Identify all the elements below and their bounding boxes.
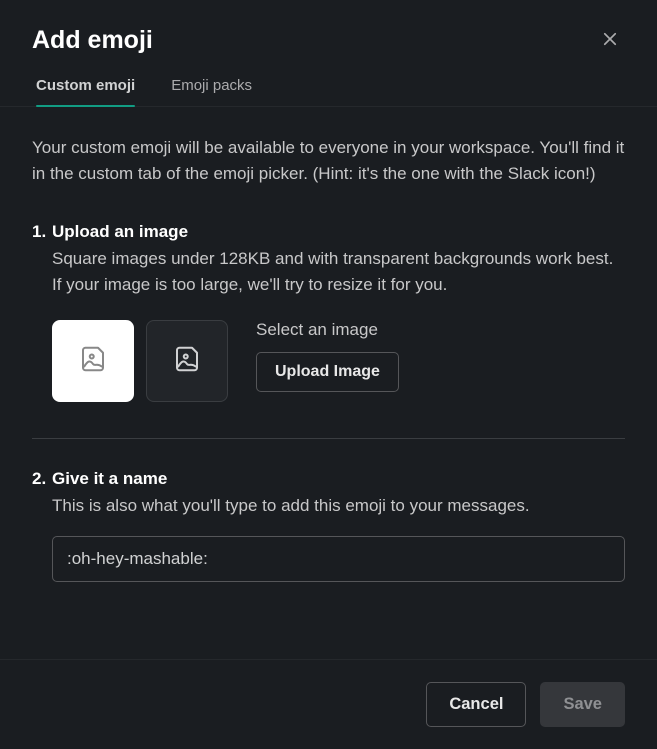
modal-header: Add emoji: [0, 0, 657, 57]
close-button[interactable]: [595, 24, 625, 57]
divider: [32, 438, 625, 439]
image-placeholder-icon: [172, 344, 202, 379]
tab-bar: Custom emoji Emoji packs: [0, 57, 657, 107]
emoji-preview-dark: [146, 320, 228, 402]
upload-image-button[interactable]: Upload Image: [256, 352, 399, 392]
step-number-2: 2.: [32, 469, 52, 489]
step-desc-name: This is also what you'll type to add thi…: [52, 493, 625, 519]
add-emoji-modal: Add emoji Custom emoji Emoji packs Your …: [0, 0, 657, 749]
step-title-upload: Upload an image: [52, 222, 188, 242]
step-name: 2. Give it a name This is also what you'…: [32, 469, 625, 581]
emoji-name-input[interactable]: [52, 536, 625, 582]
modal-title: Add emoji: [32, 26, 153, 55]
step-title-name: Give it a name: [52, 469, 167, 489]
step-desc-upload: Square images under 128KB and with trans…: [52, 246, 625, 299]
upload-controls: Select an image Upload Image: [256, 320, 399, 392]
cancel-button[interactable]: Cancel: [426, 682, 526, 727]
tab-custom-emoji[interactable]: Custom emoji: [36, 77, 135, 106]
description-text: Your custom emoji will be available to e…: [32, 135, 625, 188]
image-placeholder-icon: [78, 344, 108, 379]
step-upload: 1. Upload an image Square images under 1…: [32, 222, 625, 431]
tab-emoji-packs[interactable]: Emoji packs: [171, 77, 252, 106]
step-number-1: 1.: [32, 222, 52, 242]
close-icon: [601, 30, 619, 51]
upload-area: Select an image Upload Image: [52, 320, 625, 430]
modal-footer: Cancel Save: [0, 659, 657, 749]
emoji-preview-light: [52, 320, 134, 402]
save-button[interactable]: Save: [540, 682, 625, 727]
modal-content: Your custom emoji will be available to e…: [0, 107, 657, 659]
select-image-label: Select an image: [256, 320, 399, 340]
